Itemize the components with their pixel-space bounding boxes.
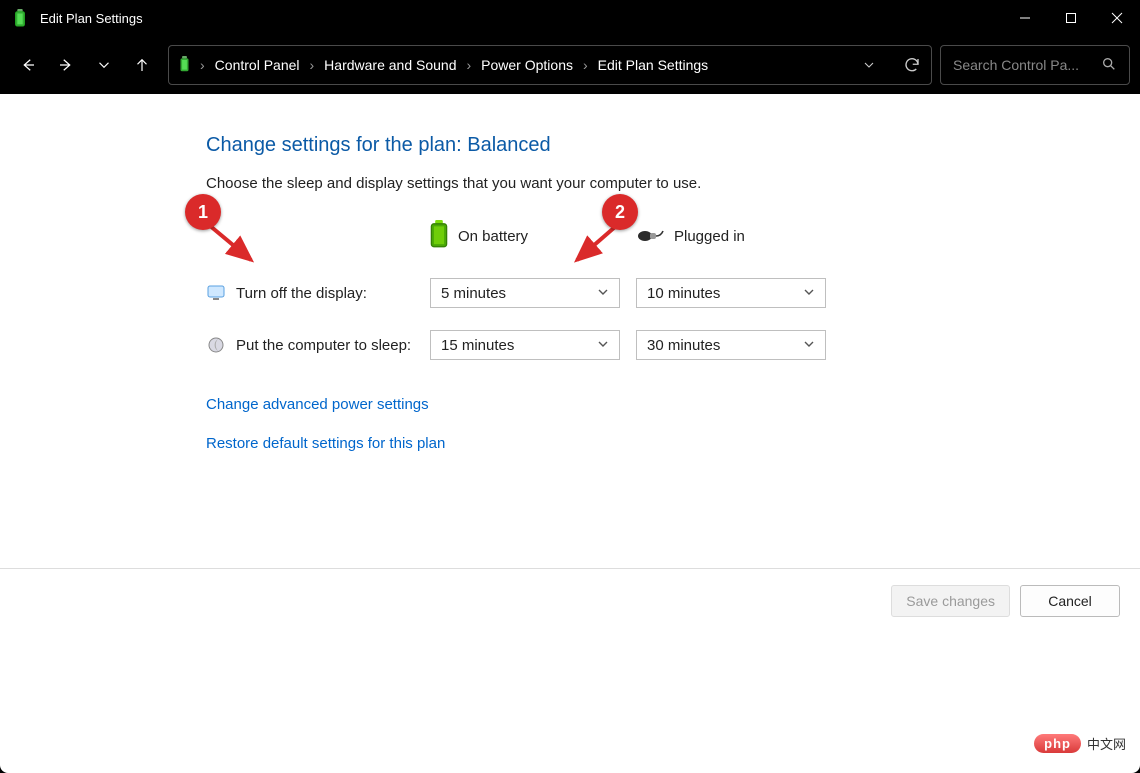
breadcrumb-item[interactable]: Hardware and Sound	[324, 57, 456, 73]
content-area: Change settings for the plan: Balanced C…	[0, 94, 1140, 773]
nav-bar: › Control Panel › Hardware and Sound › P…	[0, 36, 1140, 94]
chevron-down-icon	[803, 285, 815, 302]
breadcrumb-item[interactable]: Power Options	[481, 57, 573, 73]
dropdown-value: 15 minutes	[441, 337, 514, 354]
moon-icon	[206, 335, 226, 355]
chevron-down-icon	[803, 337, 815, 354]
address-dropdown-button[interactable]	[861, 57, 877, 73]
window-root: Edit Plan Settings › Control Panel › Har…	[0, 0, 1140, 773]
advanced-settings-link[interactable]: Change advanced power settings	[206, 396, 1140, 413]
cancel-button[interactable]: Cancel	[1020, 585, 1120, 617]
maximize-button[interactable]	[1048, 0, 1094, 36]
watermark-text: 中文网	[1087, 734, 1126, 753]
chevron-right-icon: ›	[310, 57, 315, 73]
window-controls	[1002, 0, 1140, 36]
chevron-right-icon: ›	[583, 57, 588, 73]
plugged-in-header: Plugged in	[636, 225, 842, 247]
breadcrumb-item[interactable]: Control Panel	[215, 57, 300, 73]
links-section: Change advanced power settings Restore d…	[206, 396, 1140, 452]
up-button[interactable]	[124, 47, 160, 83]
dropdown-value: 30 minutes	[647, 337, 720, 354]
battery-app-icon	[8, 9, 32, 27]
row-label: Put the computer to sleep:	[236, 337, 411, 354]
display-plugged-dropdown[interactable]: 10 minutes	[636, 278, 826, 308]
battery-icon	[430, 220, 448, 252]
breadcrumb-item[interactable]: Edit Plan Settings	[598, 57, 709, 73]
watermark: php 中文网	[1034, 734, 1126, 753]
dropdown-value: 5 minutes	[441, 285, 506, 302]
plugged-in-label: Plugged in	[674, 228, 745, 245]
display-icon	[206, 283, 226, 303]
restore-defaults-link[interactable]: Restore default settings for this plan	[206, 435, 1140, 452]
search-icon[interactable]	[1101, 56, 1117, 75]
sleep-plugged-dropdown[interactable]: 30 minutes	[636, 330, 826, 360]
dropdown-value: 10 minutes	[647, 285, 720, 302]
title-bar: Edit Plan Settings	[0, 0, 1140, 36]
page-subheading: Choose the sleep and display settings th…	[206, 175, 1140, 192]
plug-icon	[636, 225, 664, 247]
address-bar[interactable]: › Control Panel › Hardware and Sound › P…	[168, 45, 932, 85]
minimize-button[interactable]	[1002, 0, 1048, 36]
column-headers: On battery Plugged in	[206, 220, 1140, 252]
row-turn-off-display: Turn off the display: 5 minutes 10 minut…	[206, 278, 1140, 308]
window-title: Edit Plan Settings	[40, 11, 143, 26]
chevron-down-icon	[597, 285, 609, 302]
battery-path-icon	[179, 56, 190, 75]
refresh-button[interactable]	[903, 56, 921, 74]
display-battery-dropdown[interactable]: 5 minutes	[430, 278, 620, 308]
footer-buttons: Save changes Cancel	[0, 568, 1140, 633]
close-button[interactable]	[1094, 0, 1140, 36]
annotation-badge-1: 1	[185, 194, 221, 230]
watermark-pill: php	[1034, 734, 1081, 753]
search-input[interactable]	[953, 57, 1093, 73]
nav-arrow-group	[10, 47, 160, 83]
search-box[interactable]	[940, 45, 1130, 85]
chevron-right-icon: ›	[466, 57, 471, 73]
row-sleep: Put the computer to sleep: 15 minutes 30…	[206, 330, 1140, 360]
recent-dropdown[interactable]	[86, 47, 122, 83]
back-button[interactable]	[10, 47, 46, 83]
page-heading: Change settings for the plan: Balanced	[206, 134, 1140, 157]
forward-button[interactable]	[48, 47, 84, 83]
sleep-battery-dropdown[interactable]: 15 minutes	[430, 330, 620, 360]
row-label: Turn off the display:	[236, 285, 367, 302]
on-battery-label: On battery	[458, 228, 528, 245]
save-button[interactable]: Save changes	[891, 585, 1010, 617]
chevron-down-icon	[597, 337, 609, 354]
annotation-badge-2: 2	[602, 194, 638, 230]
chevron-right-icon: ›	[200, 57, 205, 73]
